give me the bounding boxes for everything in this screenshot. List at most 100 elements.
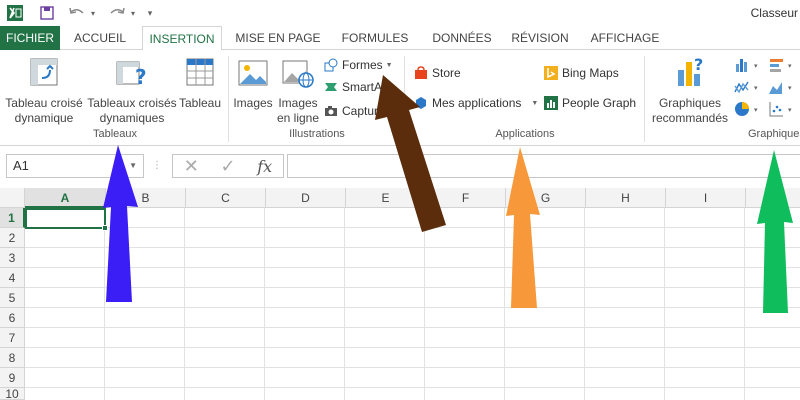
column-header[interactable]: I [666,188,746,208]
tab-insertion[interactable]: INSERTION [142,26,222,51]
row-header[interactable]: 5 [0,288,25,308]
undo-dropdown-icon[interactable]: ▾ [88,4,98,22]
recommended-pivot-label-line1: Tableaux croisés [87,96,177,110]
column-chart-button[interactable]: ▾ [734,56,764,74]
line-chart-icon: ▾ [734,81,758,94]
my-apps-button[interactable]: Mes applications ▼ [414,94,538,112]
undo-icon[interactable] [66,4,88,22]
column-header[interactable]: C [186,188,266,208]
tab-revision[interactable]: RÉVISION [508,26,572,50]
table-icon [186,58,214,86]
chart-type-buttons: ▾ ▾ ▾ ▾ ▾ ▾ [734,56,798,122]
cancel-icon[interactable]: ✕ [184,156,199,177]
my-apps-label: Mes applications [432,96,522,110]
smartart-button[interactable]: SmartArt [324,78,389,96]
tab-mise-en-page[interactable]: MISE EN PAGE [232,26,324,50]
selected-cell[interactable] [25,208,108,231]
name-box[interactable]: A1 ▼ [6,154,144,178]
svg-text:▾: ▾ [754,63,758,70]
row-header[interactable]: 1 [0,208,25,228]
row-header[interactable]: 8 [0,348,25,368]
store-label: Store [432,66,461,80]
enter-icon[interactable]: ✓ [221,156,236,177]
bing-maps-icon [544,66,558,80]
bing-maps-label: Bing Maps [562,66,619,80]
column-header[interactable]: G [506,188,586,208]
row-header[interactable]: 9 [0,368,25,388]
save-icon[interactable] [38,4,56,22]
group-separator [644,56,645,142]
customize-toolbar-icon[interactable]: ▾ [144,4,156,22]
redo-icon[interactable] [106,4,128,22]
column-header[interactable] [746,188,800,208]
column-header[interactable]: H [586,188,666,208]
people-graph-label: People Graph [562,96,637,110]
column-header[interactable]: F [426,188,506,208]
recommended-pivot-icon: ? [116,61,147,88]
hierarchy-chart-icon: ▾ [770,59,792,72]
shapes-button[interactable]: Formes ▼ [324,56,393,74]
online-images-button[interactable]: Images en ligne [276,54,320,125]
column-header[interactable]: A [25,188,106,208]
pie-chart-icon: ▾ [735,102,758,116]
images-icon [238,60,268,86]
recommended-charts-icon: ? [678,56,703,86]
row-header[interactable]: 6 [0,308,25,328]
column-header[interactable]: B [106,188,186,208]
area-chart-button[interactable]: ▾ [768,78,798,96]
my-apps-icon [416,97,426,109]
smartart-label: SmartArt [342,80,390,94]
store-button[interactable]: Store [414,64,461,82]
row-header[interactable]: 3 [0,248,25,268]
tab-fichier[interactable]: FICHIER [0,26,60,50]
tab-donnees[interactable]: DONNÉES [422,26,502,50]
hierarchy-chart-button[interactable]: ▾ [768,56,798,74]
recommended-charts-label-line1: Graphiques [658,96,722,110]
svg-text:?: ? [135,65,147,88]
store-icon [415,66,427,79]
camera-icon [325,106,337,116]
capture-button[interactable]: Capture ▼ [324,102,395,120]
row-header[interactable]: 2 [0,228,25,248]
pivot-table-label-line1: Tableau croisé [5,96,83,110]
table-button[interactable]: Tableau [176,54,224,124]
pie-chart-button[interactable]: ▾ [734,100,764,118]
insert-function-icon[interactable]: fx [257,157,272,176]
select-all-corner[interactable] [0,188,25,208]
formula-bar-grip-icon: ⋮ [152,160,162,171]
tab-formules[interactable]: FORMULES [336,26,414,50]
group-label-applications: Applications [495,128,555,140]
scatter-chart-icon: ▾ [769,102,792,117]
group-separator [404,56,405,142]
formula-input[interactable] [287,154,800,178]
excel-logo-icon [6,4,24,22]
name-box-value: A1 [13,158,29,173]
pivot-table-button[interactable]: Tableau croisé dynamique [4,54,84,125]
bing-maps-button[interactable]: Bing Maps [544,64,619,82]
tab-affichage[interactable]: AFFICHAGE [586,26,664,50]
tab-accueil[interactable]: ACCUEIL [64,26,136,50]
people-graph-button[interactable]: People Graph [544,94,636,112]
row-header[interactable]: 10 [0,388,25,400]
recommended-pivot-button[interactable]: ? Tableaux croisés dynamiques [86,54,178,125]
row-header[interactable]: 7 [0,328,25,348]
recommended-charts-button[interactable]: ? Graphiques recommandés [648,54,732,125]
capture-dropdown-icon: ▼ [387,107,395,115]
line-chart-button[interactable]: ▾ [734,78,764,96]
recommended-pivot-label-line2: dynamiques [99,111,165,125]
row-header[interactable]: 4 [0,268,25,288]
column-header[interactable]: E [346,188,426,208]
svg-text:▾: ▾ [788,85,792,92]
name-box-dropdown-icon[interactable]: ▼ [129,155,137,177]
recommended-charts-label-line2: recommandés [651,111,729,125]
cell-area[interactable] [25,208,800,400]
scatter-chart-button[interactable]: ▾ [768,100,798,118]
shapes-label: Formes [342,58,383,72]
column-header[interactable]: D [266,188,346,208]
redo-dropdown-icon[interactable]: ▾ [128,4,138,22]
fill-handle[interactable] [102,225,108,231]
formula-bar: A1 ▼ ⋮ ✕ ✓ fx [0,146,800,186]
online-images-label-line2: en ligne [276,111,320,125]
group-label-illustrations: Illustrations [289,128,345,140]
images-button[interactable]: Images [232,54,274,124]
